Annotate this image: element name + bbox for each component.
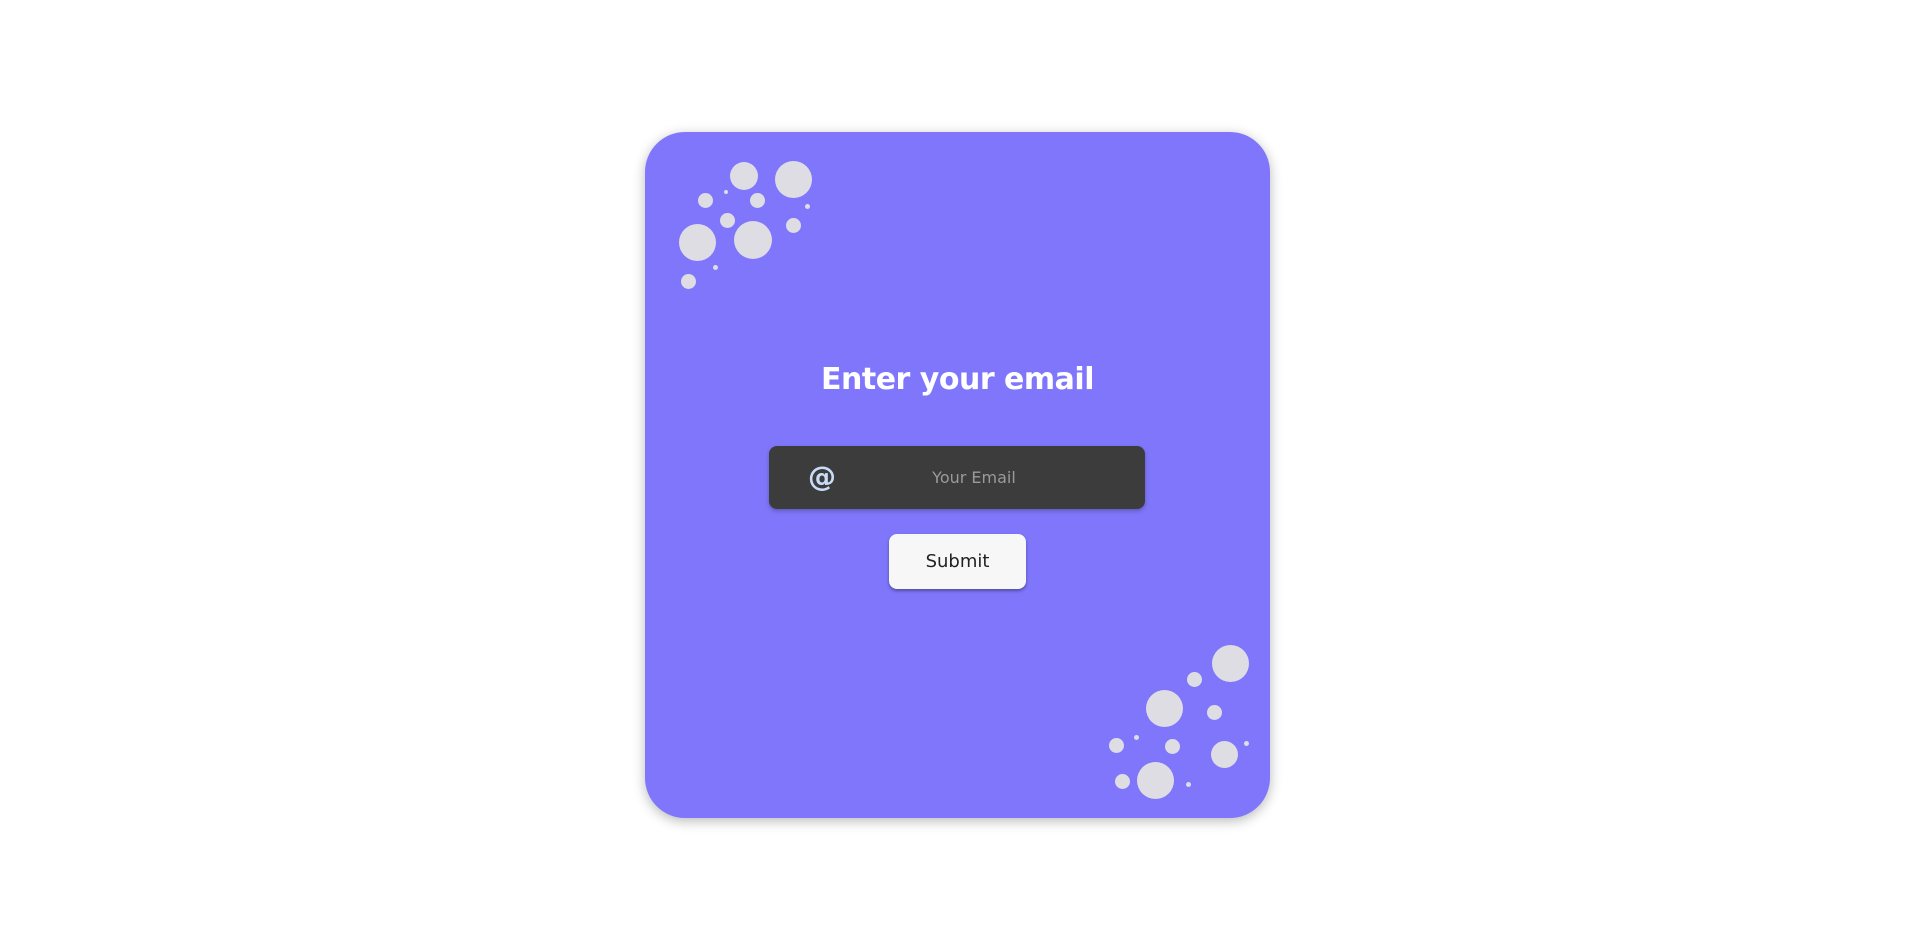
decorative-bubble: [750, 193, 765, 208]
decorative-bubble: [1134, 735, 1139, 740]
decorative-bubble: [805, 204, 810, 209]
decorative-bubble: [775, 161, 812, 198]
decorative-bubble: [1187, 672, 1202, 687]
decorative-bubble: [1244, 741, 1249, 746]
decorative-bubble: [1137, 762, 1174, 799]
decorative-bubble: [1115, 774, 1130, 789]
decorative-bubble: [1146, 690, 1183, 727]
decorative-bubble: [713, 265, 718, 270]
decorative-bubble: [724, 190, 728, 194]
submit-button[interactable]: Submit: [889, 534, 1026, 589]
decorative-bubble: [1212, 645, 1249, 682]
decorative-bubble: [730, 162, 758, 190]
decorative-bubble: [1207, 705, 1222, 720]
decorative-bubble: [1186, 782, 1191, 787]
decorative-bubble: [1109, 738, 1124, 753]
decorative-bubble: [1211, 741, 1238, 768]
decorative-bubble: [720, 213, 735, 228]
page-title: Enter your email: [821, 362, 1094, 397]
decorative-bubble: [681, 274, 696, 289]
decorative-bubble: [679, 224, 716, 261]
email-field[interactable]: @: [769, 446, 1145, 509]
email-input[interactable]: [849, 446, 1099, 509]
decorative-bubble: [786, 218, 801, 233]
decorative-bubble: [698, 193, 713, 208]
decorative-bubble: [734, 221, 772, 259]
at-sign-icon: @: [808, 460, 836, 493]
decorative-bubble: [1165, 739, 1180, 754]
email-card: Enter your email @ Submit: [645, 132, 1270, 818]
